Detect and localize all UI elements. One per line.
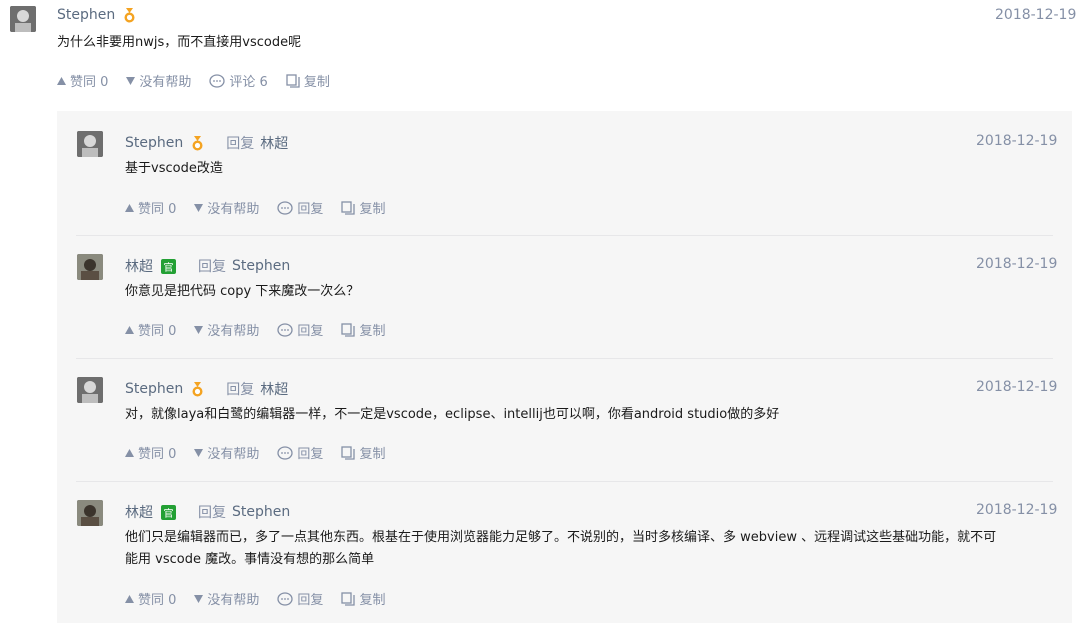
replies-panel: Stephen 回复 林超 2018-12-19 基于vscode改造 赞同 0… <box>57 111 1072 623</box>
reply-content: 他们只是编辑器而已，多了一点其他东西。根基在于使用浏览器能力足够了。不说别的，当… <box>125 527 1060 571</box>
avatar[interactable] <box>77 500 103 526</box>
comment-bubble-icon <box>277 200 294 215</box>
comment-actions: 赞同 0 没有帮助 评论 6 复制 <box>57 71 348 90</box>
stephen-avatar-icon <box>77 377 103 403</box>
reply-date: 2018-12-19 <box>976 133 1058 149</box>
avatar[interactable] <box>77 254 103 280</box>
disagree-button[interactable]: 没有帮助 <box>126 71 191 90</box>
reply-label: 回复 <box>226 382 255 398</box>
agree-button[interactable]: 赞同 0 <box>125 320 176 339</box>
reply-content: 基于vscode改造 <box>125 161 223 176</box>
official-badge: 官 <box>161 504 176 520</box>
avatar[interactable] <box>10 6 36 32</box>
linchao-avatar-icon <box>77 500 103 526</box>
copy-button[interactable]: 复制 <box>341 589 385 608</box>
copy-button[interactable]: 复制 <box>341 198 385 217</box>
reply-label: 回复 <box>226 136 255 152</box>
comment-bubble-icon <box>277 445 294 460</box>
down-triangle-icon <box>194 325 204 334</box>
agree-button[interactable]: 赞同 0 <box>125 589 176 608</box>
up-triangle-icon <box>57 76 66 85</box>
comment-content: 为什么非要用nwjs，而不直接用vscode呢 <box>57 35 302 50</box>
reply-target[interactable]: Stephen <box>232 258 290 274</box>
copy-button[interactable]: 复制 <box>341 443 385 462</box>
down-triangle-icon <box>194 448 204 457</box>
comment-bubble-icon <box>209 73 226 88</box>
reply-item: Stephen 回复 林超 2018-12-19 对，就像laya和白鹭的编辑器… <box>57 359 1072 482</box>
reply-button[interactable]: 回复 <box>277 198 323 217</box>
copy-icon <box>341 591 356 606</box>
agree-button[interactable]: 赞同 0 <box>57 71 108 90</box>
agree-button[interactable]: 赞同 0 <box>125 443 176 462</box>
copy-icon <box>286 73 300 88</box>
avatar[interactable] <box>77 377 103 403</box>
reply-label: 回复 <box>198 505 226 521</box>
disagree-button[interactable]: 没有帮助 <box>194 589 259 608</box>
author-name[interactable]: 林超 <box>125 256 153 276</box>
reply-date: 2018-12-19 <box>976 256 1058 272</box>
reply-date: 2018-12-19 <box>976 502 1058 518</box>
author-name[interactable]: 林超 <box>125 502 153 522</box>
disagree-button[interactable]: 没有帮助 <box>194 198 259 217</box>
author-name[interactable]: Stephen <box>125 381 183 397</box>
comment-date: 2018-12-19 <box>995 7 1077 23</box>
author-name[interactable]: Stephen <box>57 7 115 23</box>
reply-content: 对，就像laya和白鹭的编辑器一样，不一定是vscode，eclipse、int… <box>125 407 780 422</box>
copy-icon <box>341 200 356 215</box>
reply-actions: 赞同 0 没有帮助 回复 复制 <box>125 198 403 217</box>
reply-actions: 赞同 0 没有帮助 回复 复制 <box>125 320 403 339</box>
disagree-button[interactable]: 没有帮助 <box>194 443 259 462</box>
reply-target[interactable]: 林超 <box>260 133 288 153</box>
top-comment: Stephen 2018-12-19 为什么非要用nwjs，而不直接用vscod… <box>0 0 1080 110</box>
author-name[interactable]: Stephen <box>125 135 183 151</box>
reply-content-line: 他们只是编辑器而已，多了一点其他东西。根基在于使用浏览器能力足够了。不说别的，当… <box>125 530 997 545</box>
comment-bubble-icon <box>277 591 294 606</box>
reply-target[interactable]: 林超 <box>260 379 288 399</box>
down-triangle-icon <box>194 203 204 212</box>
stephen-avatar-icon <box>10 6 36 32</box>
up-triangle-icon <box>125 203 134 212</box>
comment-bubble-icon <box>277 322 294 337</box>
disagree-button[interactable]: 没有帮助 <box>194 320 259 339</box>
reply-item: Stephen 回复 林超 2018-12-19 基于vscode改造 赞同 0… <box>57 111 1072 236</box>
reply-target[interactable]: Stephen <box>232 504 290 520</box>
copy-icon <box>341 322 356 337</box>
stephen-avatar-icon <box>77 131 103 157</box>
copy-button[interactable]: 复制 <box>286 71 330 90</box>
reply-item: 林超 官 回复 Stephen 2018-12-19 你意见是把代码 copy … <box>57 236 1072 359</box>
gold-medal-icon <box>123 7 136 23</box>
reply-date: 2018-12-19 <box>976 379 1058 395</box>
reply-actions: 赞同 0 没有帮助 回复 复制 <box>125 589 403 608</box>
copy-icon <box>341 445 356 460</box>
reply-content: 你意见是把代码 copy 下来魔改一次么？ <box>125 284 360 299</box>
up-triangle-icon <box>125 448 134 457</box>
reply-button[interactable]: 回复 <box>277 443 323 462</box>
copy-button[interactable]: 复制 <box>341 320 385 339</box>
comment-button[interactable]: 评论 6 <box>209 71 268 90</box>
up-triangle-icon <box>125 594 134 603</box>
agree-button[interactable]: 赞同 0 <box>125 198 176 217</box>
reply-item: 林超 官 回复 Stephen 2018-12-19 他们只是编辑器而已，多了一… <box>57 482 1072 623</box>
official-badge: 官 <box>161 258 176 274</box>
up-triangle-icon <box>125 325 134 334</box>
reply-actions: 赞同 0 没有帮助 回复 复制 <box>125 443 403 462</box>
down-triangle-icon <box>126 76 136 85</box>
reply-button[interactable]: 回复 <box>277 589 323 608</box>
reply-content-line: 能用 vscode 魔改。事情没有想的那么简单 <box>125 552 375 567</box>
gold-medal-icon <box>191 381 204 397</box>
reply-label: 回复 <box>198 259 226 275</box>
linchao-avatar-icon <box>77 254 103 280</box>
down-triangle-icon <box>194 594 204 603</box>
gold-medal-icon <box>191 135 204 151</box>
avatar[interactable] <box>77 131 103 157</box>
reply-button[interactable]: 回复 <box>277 320 323 339</box>
